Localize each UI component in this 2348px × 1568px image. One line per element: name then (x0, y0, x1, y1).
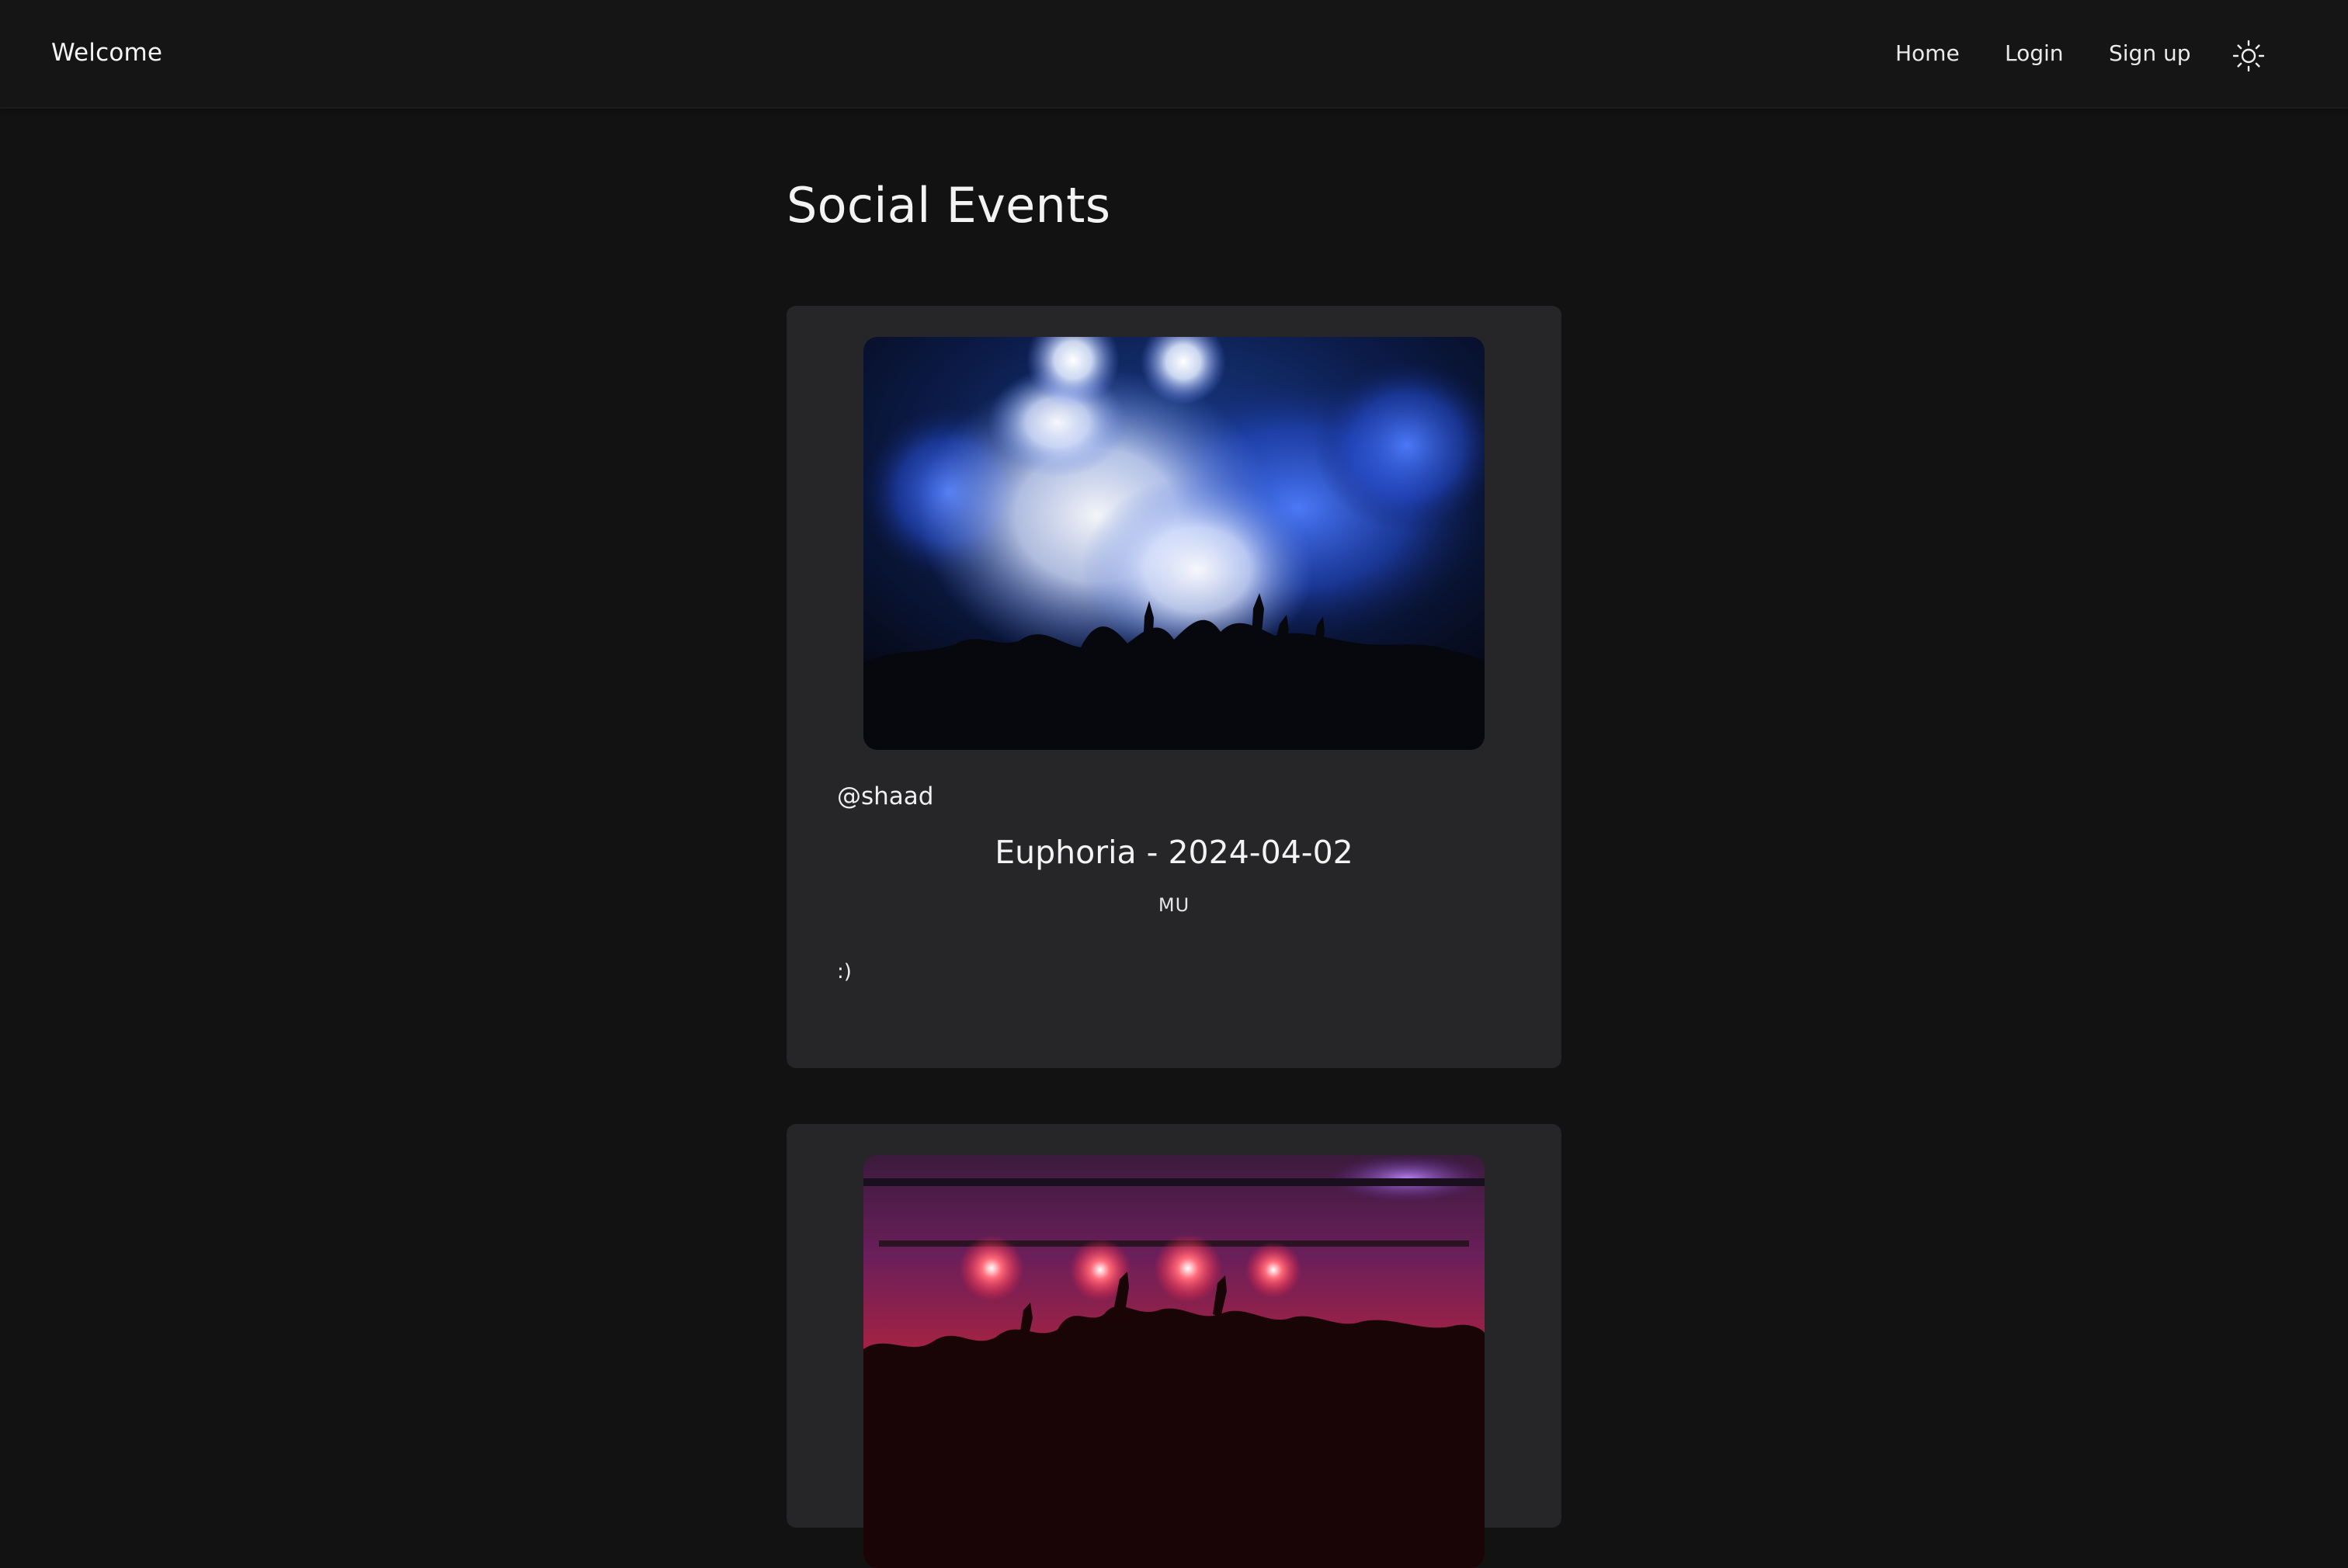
event-card[interactable] (787, 1124, 1561, 1568)
nav-home-link[interactable]: Home (1895, 40, 1960, 66)
page-title: Social Events (787, 177, 1111, 234)
concert-blue-smoke-image (863, 337, 1485, 750)
theme-toggle-button[interactable] (2232, 39, 2266, 73)
event-image (863, 1155, 1485, 1568)
event-location: MU (1158, 894, 1190, 916)
navbar: Welcome Home Login Sign up (0, 0, 2348, 109)
event-image (863, 337, 1485, 750)
brand-link[interactable]: Welcome (51, 39, 162, 67)
nav-signup-link[interactable]: Sign up (2109, 40, 2191, 66)
sun-icon (2232, 40, 2265, 72)
event-title: Euphoria - 2024-04-02 (995, 834, 1353, 871)
event-description: :) (837, 960, 852, 983)
nav-login-link[interactable]: Login (2005, 40, 2064, 66)
event-card[interactable]: @shaad Euphoria - 2024-04-02 MU :) (787, 306, 1561, 1068)
concert-red-lights-image (863, 1155, 1485, 1568)
event-username[interactable]: @shaad (837, 782, 933, 810)
